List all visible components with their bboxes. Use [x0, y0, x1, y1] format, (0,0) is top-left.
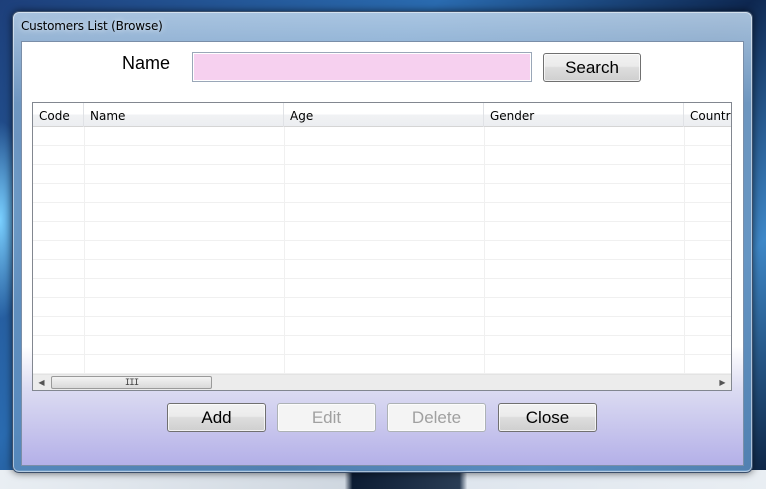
window-client-area: Name Search Code Name Age Gender Country [21, 41, 744, 466]
scroll-right-arrow-icon[interactable]: ▶ [714, 375, 731, 390]
empty-grid-row [33, 184, 731, 203]
scroll-thumb-grip-icon: III [124, 377, 139, 388]
title-bar[interactable]: Customers List (Browse) [13, 12, 752, 40]
empty-grid-row [33, 222, 731, 241]
name-label: Name [122, 53, 171, 73]
edit-button[interactable]: Edit [277, 403, 376, 432]
grid-header: Code Name Age Gender Country [33, 103, 731, 127]
empty-grid-row [33, 165, 731, 184]
column-header-code[interactable]: Code [33, 103, 84, 127]
close-button[interactable]: Close [498, 403, 597, 432]
customers-grid[interactable]: Code Name Age Gender Country [32, 102, 732, 391]
empty-grid-row [33, 127, 731, 146]
empty-grid-row [33, 260, 731, 279]
name-search-input[interactable] [192, 52, 532, 82]
scroll-left-arrow-icon[interactable]: ◀ [33, 375, 50, 390]
empty-grid-row [33, 241, 731, 260]
empty-grid-row [33, 146, 731, 165]
column-header-age[interactable]: Age [284, 103, 484, 127]
horizontal-scrollbar[interactable]: ◀ III ▶ [33, 374, 731, 390]
search-button[interactable]: Search [543, 53, 641, 82]
customers-list-window: Customers List (Browse) Name Search Code… [12, 11, 753, 473]
add-button[interactable]: Add [167, 403, 266, 432]
empty-grid-row [33, 203, 731, 222]
scroll-thumb[interactable]: III [51, 376, 212, 389]
delete-button[interactable]: Delete [387, 403, 486, 432]
window-title: Customers List (Browse) [21, 19, 163, 33]
empty-grid-row [33, 298, 731, 317]
empty-grid-row [33, 279, 731, 298]
column-header-gender[interactable]: Gender [484, 103, 684, 127]
column-header-name[interactable]: Name [84, 103, 284, 127]
empty-grid-row [33, 355, 731, 374]
column-header-country[interactable]: Country [684, 103, 731, 127]
grid-body [33, 127, 731, 376]
empty-grid-row [33, 336, 731, 355]
empty-grid-row [33, 317, 731, 336]
